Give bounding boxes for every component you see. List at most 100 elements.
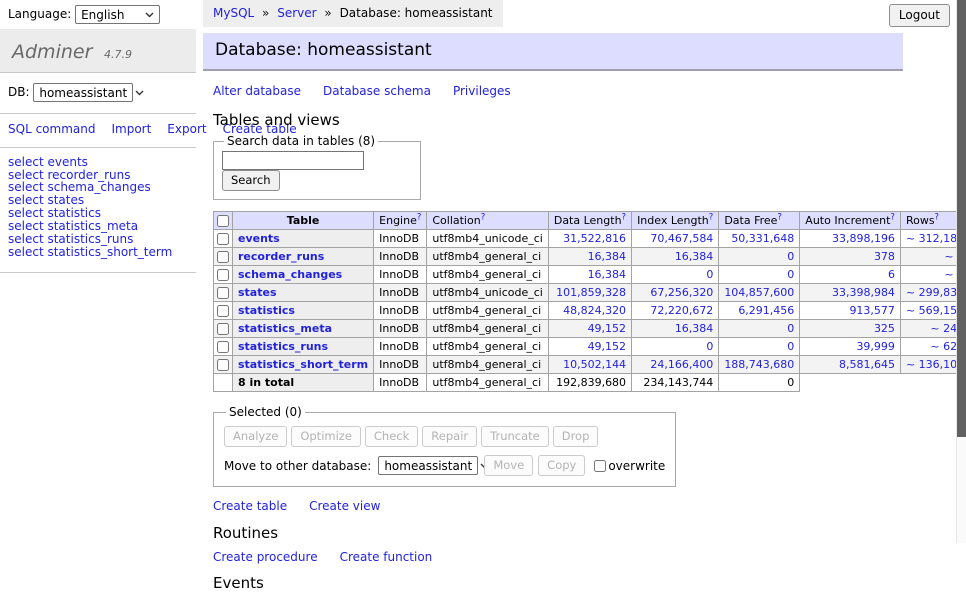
- row-checkbox[interactable]: [217, 359, 229, 371]
- value-link[interactable]: 16,384: [588, 250, 627, 263]
- link-privileges[interactable]: Privileges: [453, 84, 511, 98]
- value-link[interactable]: 0: [787, 340, 794, 353]
- language-select[interactable]: English: [75, 5, 160, 24]
- value-link[interactable]: 6,291,456: [738, 304, 794, 317]
- link-database-schema[interactable]: Database schema: [323, 84, 431, 98]
- tables-table-body: eventsInnoDButf8mb4_unicode_ci31,522,816…: [214, 230, 966, 392]
- link-create-table[interactable]: Create table: [213, 499, 287, 513]
- value-link[interactable]: 0: [787, 250, 794, 263]
- value-link[interactable]: 33,898,196: [832, 232, 895, 245]
- cell-collation: utf8mb4_general_ci: [427, 248, 548, 266]
- value-link[interactable]: 24,166,400: [650, 358, 713, 371]
- select-events-link[interactable]: select events: [8, 155, 88, 169]
- search-button[interactable]: Search: [222, 170, 280, 191]
- row-checkbox[interactable]: [217, 287, 229, 299]
- value-link[interactable]: 6: [888, 268, 895, 281]
- column-help-link[interactable]: ?: [777, 212, 782, 222]
- row-checkbox[interactable]: [217, 341, 229, 353]
- row-checkbox[interactable]: [217, 305, 229, 317]
- row-checkbox[interactable]: [217, 269, 229, 281]
- value-link[interactable]: 70,467,584: [650, 232, 713, 245]
- value-link[interactable]: 378: [874, 250, 895, 263]
- select-schema-changes-link[interactable]: select schema_changes: [8, 180, 151, 194]
- sidebar-link-import[interactable]: Import: [111, 122, 151, 136]
- sidebar-link-sql-command[interactable]: SQL command: [8, 122, 95, 136]
- breadcrumb-server-link[interactable]: Server: [277, 6, 316, 20]
- value-link[interactable]: 325: [874, 322, 895, 335]
- states-table-link[interactable]: states: [238, 286, 277, 299]
- column-help-link[interactable]: ?: [417, 212, 422, 222]
- column-help-link[interactable]: ?: [481, 212, 486, 222]
- statistics-table-link[interactable]: statistics: [238, 304, 295, 317]
- value-link[interactable]: 0: [787, 268, 794, 281]
- link-create-view[interactable]: Create view: [309, 499, 380, 513]
- value-link[interactable]: 0: [787, 322, 794, 335]
- value-link[interactable]: 50,331,648: [731, 232, 794, 245]
- column-help-link[interactable]: ?: [890, 212, 895, 222]
- value-link[interactable]: 188,743,680: [724, 358, 794, 371]
- events-table-link[interactable]: events: [238, 232, 280, 245]
- breadcrumb-mysql-link[interactable]: MySQL: [213, 6, 254, 20]
- select-statistics-runs-link[interactable]: select statistics_runs: [8, 232, 133, 246]
- cell-data-length: 0: [719, 320, 800, 338]
- move-db-select[interactable]: homeassistant: [378, 456, 478, 475]
- column-help-link[interactable]: ?: [709, 212, 714, 222]
- value-link[interactable]: 16,384: [588, 268, 627, 281]
- value-link[interactable]: 0: [706, 340, 713, 353]
- cell-collation: 16,384: [632, 320, 719, 338]
- value-link[interactable]: 8,581,645: [839, 358, 895, 371]
- search-input[interactable]: [222, 151, 364, 170]
- select-states-link[interactable]: select states: [8, 193, 84, 207]
- schema-changes-table-link[interactable]: schema_changes: [238, 268, 342, 281]
- link-create-procedure[interactable]: Create procedure: [213, 550, 318, 564]
- value-link[interactable]: 49,152: [588, 322, 627, 335]
- sidebar-link-export[interactable]: Export: [167, 122, 206, 136]
- link-alter-database[interactable]: Alter database: [213, 84, 301, 98]
- total-label-cell: 8 in total: [233, 374, 374, 392]
- value-link[interactable]: 10,502,144: [563, 358, 626, 371]
- value-link[interactable]: 33,398,984: [832, 286, 895, 299]
- cell-engine: InnoDB: [374, 302, 427, 320]
- value-link[interactable]: 16,384: [675, 322, 714, 335]
- value-link[interactable]: 39,999: [856, 340, 895, 353]
- column-help-link[interactable]: ?: [622, 212, 627, 222]
- select-recorder-runs-link[interactable]: select recorder_runs: [8, 168, 131, 182]
- value-link[interactable]: 31,522,816: [563, 232, 626, 245]
- total-blank-cell: [214, 374, 233, 392]
- value-link[interactable]: 49,152: [588, 340, 627, 353]
- logout-button[interactable]: Logout: [889, 4, 950, 27]
- value-link[interactable]: 48,824,320: [563, 304, 626, 317]
- select-all-checkbox[interactable]: [217, 215, 229, 227]
- statistics-runs-table-link[interactable]: statistics_runs: [238, 340, 328, 353]
- value-link[interactable]: 101,859,328: [556, 286, 626, 299]
- select-statistics-short-term-link[interactable]: select statistics_short_term: [8, 245, 172, 259]
- row-checkbox[interactable]: [217, 251, 229, 263]
- value-link[interactable]: 913,577: [849, 304, 895, 317]
- value-link[interactable]: 16,384: [675, 250, 714, 263]
- db-select[interactable]: homeassistant: [33, 83, 133, 102]
- row-checkbox[interactable]: [217, 233, 229, 245]
- value-link[interactable]: 104,857,600: [724, 286, 794, 299]
- cell-engine: InnoDB: [374, 266, 427, 284]
- table-row: recorder_runsInnoDButf8mb4_general_ci16,…: [214, 248, 966, 266]
- statistics-short-term-table-link[interactable]: statistics_short_term: [238, 358, 368, 371]
- table-row: statesInnoDButf8mb4_unicode_ci101,859,32…: [214, 284, 966, 302]
- statistics-meta-table-link[interactable]: statistics_meta: [238, 322, 332, 335]
- cell-collation: utf8mb4_general_ci: [427, 302, 548, 320]
- db-select-value: homeassistant: [39, 86, 127, 100]
- cell-index-length: 33,398,984: [800, 284, 901, 302]
- scrollbar[interactable]: [956, 0, 966, 543]
- column-help-link[interactable]: ?: [935, 212, 940, 222]
- row-checkbox[interactable]: [217, 323, 229, 335]
- row-checkbox-cell: [214, 302, 233, 320]
- scrollbar-thumb[interactable]: [957, 0, 966, 437]
- recorder-runs-table-link[interactable]: recorder_runs: [238, 250, 324, 263]
- create-links: Create table Create view: [213, 499, 903, 513]
- value-link[interactable]: 0: [706, 268, 713, 281]
- link-create-function[interactable]: Create function: [340, 550, 433, 564]
- select-statistics-meta-link[interactable]: select statistics_meta: [8, 219, 138, 233]
- overwrite-checkbox[interactable]: [594, 460, 606, 472]
- select-statistics-link[interactable]: select statistics: [8, 206, 101, 220]
- value-link[interactable]: 72,220,672: [650, 304, 713, 317]
- value-link[interactable]: 67,256,320: [650, 286, 713, 299]
